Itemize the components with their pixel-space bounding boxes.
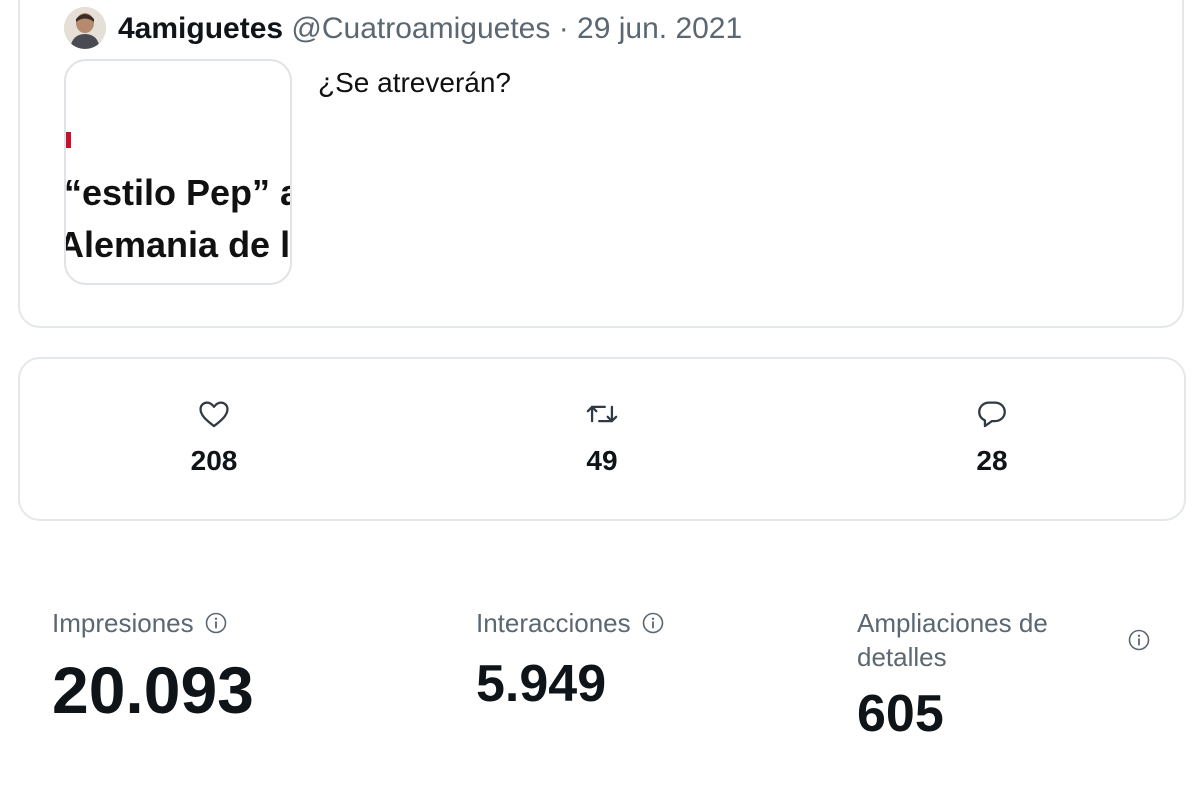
heart-icon[interactable]	[197, 397, 231, 431]
avatar[interactable]	[64, 7, 106, 49]
detail-expansions-label: Ampliaciones de detalles	[857, 608, 1048, 672]
impressions-label-row: Impresiones	[52, 606, 254, 640]
tweet-card[interactable]: 4amiguetes @Cuatroamiguetes · 29 jun. 20…	[18, 0, 1184, 328]
tweet-header: 4amiguetes @Cuatroamiguetes · 29 jun. 20…	[118, 10, 742, 48]
info-icon[interactable]	[641, 611, 665, 635]
thumbnail-text-line-2: Alemania de l	[64, 224, 291, 265]
impressions-value: 20.093	[52, 653, 254, 727]
reply-icon[interactable]	[975, 397, 1009, 431]
thumbnail-text-line-1: “estilo Pep” a	[64, 172, 292, 213]
interactions-label-row: Interacciones	[476, 606, 665, 640]
impressions-label: Impresiones	[52, 608, 194, 638]
interactions-stat: Interacciones 5.949	[476, 606, 665, 714]
info-icon[interactable]	[1127, 628, 1151, 652]
interactions-label: Interacciones	[476, 608, 631, 638]
thumbnail-accent-mark	[66, 132, 71, 148]
replies-metric[interactable]: 28	[932, 397, 1052, 477]
avatar-image	[64, 7, 106, 49]
engagement-card: 208 49 28	[18, 357, 1186, 521]
detail-expansions-stat: Ampliaciones de detalles 605	[857, 606, 1157, 744]
retweet-icon[interactable]	[585, 397, 619, 431]
replies-count: 28	[976, 445, 1008, 476]
likes-metric[interactable]: 208	[154, 397, 274, 477]
detail-expansions-value: 605	[857, 685, 944, 743]
media-thumbnail[interactable]: “estilo Pep” a Alemania de l	[64, 59, 292, 285]
retweets-metric[interactable]: 49	[542, 397, 662, 477]
user-handle[interactable]: @Cuatroamiguetes	[291, 12, 550, 45]
display-name[interactable]: 4amiguetes	[118, 12, 283, 45]
header-separator: ·	[558, 12, 569, 45]
interactions-value: 5.949	[476, 655, 607, 713]
tweet-text: ¿Se atreverán?	[318, 67, 511, 98]
likes-count: 208	[190, 445, 238, 476]
tweet-date[interactable]: 29 jun. 2021	[577, 12, 742, 45]
info-icon[interactable]	[204, 611, 228, 635]
impressions-stat: Impresiones 20.093	[52, 606, 254, 728]
tweet-analytics-page: 4amiguetes @Cuatroamiguetes · 29 jun. 20…	[0, 0, 1200, 799]
retweets-count: 49	[586, 445, 618, 476]
